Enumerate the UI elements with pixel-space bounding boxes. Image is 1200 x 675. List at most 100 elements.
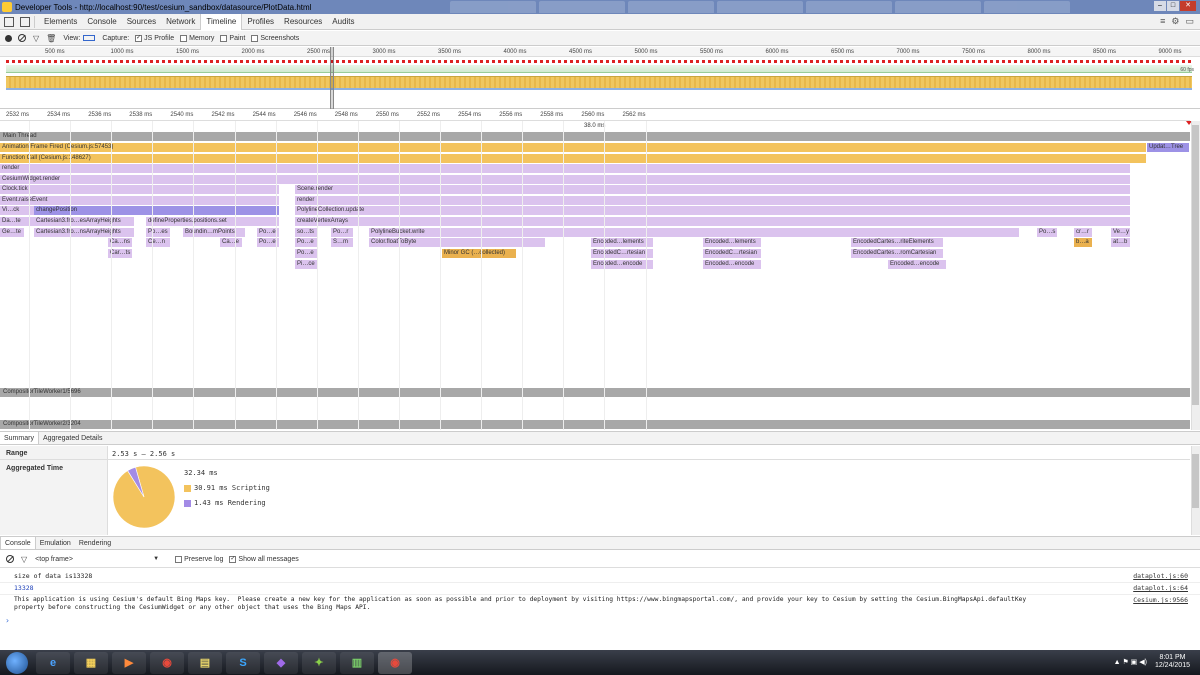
inspect-element-icon[interactable] [4,16,14,27]
explorer-taskbar-icon[interactable]: ▦ [74,651,108,674]
timeline-overview[interactable]: 500 ms 1000 ms 1500 ms 2000 ms 2500 ms 3000 m… [0,47,1200,109]
main-thread-header[interactable]: Main Thread [0,132,1190,141]
flame-bar[interactable]: Ve…y [1111,228,1130,237]
frame-selector[interactable]: <top frame> [35,556,153,563]
tab-console[interactable]: Console [82,14,121,30]
worker1-header[interactable]: CompositorTileWorker1/5696 [0,388,1190,397]
flame-bar[interactable]: Scene.render [295,185,1130,194]
flame-bar[interactable]: EncodedC…rtesian [703,249,761,258]
tab-elements[interactable]: Elements [39,14,82,30]
close-button[interactable]: ✕ [1180,1,1196,11]
flame-bar[interactable]: EncodedCartes…romCartesian [851,249,943,258]
flame-bar[interactable]: Encoded…encode [591,260,653,269]
flame-bar[interactable]: so…ts [295,228,317,237]
tab-summary[interactable]: Summary [0,432,39,444]
folder-taskbar-icon[interactable]: ▤ [188,651,222,674]
flame-bar[interactable]: Encoded…lements [703,238,761,247]
record-icon[interactable] [5,34,12,42]
media-player-taskbar-icon[interactable]: ▶ [112,651,146,674]
device-mode-icon[interactable] [20,16,30,27]
summary-scrollbar[interactable] [1191,446,1200,535]
tab-resources[interactable]: Resources [279,14,327,30]
tab-rendering[interactable]: Rendering [75,537,115,549]
notepad-taskbar-icon[interactable]: ▥ [340,651,374,674]
ie-taskbar-icon[interactable]: e [36,651,70,674]
tab-audits[interactable]: Audits [327,14,359,30]
settings-gear-icon[interactable]: ⚙ [1171,16,1179,27]
console-clear-icon[interactable] [6,555,14,563]
flame-bar[interactable]: Pi…ce [295,260,317,269]
flame-bar[interactable]: Ge…te [0,228,24,237]
tab-emulation[interactable]: Emulation [36,537,75,549]
flame-bar[interactable]: Po…s [1037,228,1057,237]
flame-bar[interactable]: Po…e [295,238,317,247]
flame-view-icon[interactable] [83,35,96,41]
flame-bar[interactable]: Color.floatToByte [369,238,545,247]
tab-aggregated-details[interactable]: Aggregated Details [39,432,107,444]
preserve-log-checkbox[interactable] [175,555,183,563]
flame-bar[interactable]: EncodedC…rtesian [591,249,653,258]
overview-selection-handle[interactable] [330,47,334,109]
screenshots-checkbox[interactable] [251,34,259,42]
flame-bar[interactable]: PolylineBucket.write [369,228,1019,237]
flame-bar[interactable]: Ce…n [146,238,170,247]
flame-bar[interactable]: Event.raiseEvent [0,196,279,205]
flame-bar[interactable]: defineProperties.positions.set [146,217,279,226]
tab-timeline[interactable]: Timeline [200,13,243,30]
flame-bar[interactable]: Animation Frame Fired (Cesium.js:57453) [0,143,1146,152]
tray-icons[interactable]: ▲ ⚑ ▣ ◀) [1114,658,1147,666]
flame-bar[interactable]: Encoded…encode [888,260,946,269]
message-source-link[interactable]: dataplot.js:64 [1133,584,1188,592]
flame-bar[interactable]: Encoded…lements [591,238,653,247]
dock-side-icon[interactable]: ▭ [1185,16,1194,27]
paint-checkbox[interactable] [220,34,228,42]
tab-profiles[interactable]: Profiles [242,14,279,30]
flame-bar[interactable]: Minor GC (…collected) [442,249,516,258]
flame-bar[interactable]: Boundin…mPoints [183,228,245,237]
flame-bar[interactable]: Po…e [295,249,317,258]
chrome-active-taskbar-icon[interactable]: ◉ [378,651,412,674]
flame-bar[interactable]: Updat…Tree [1147,143,1189,152]
memory-checkbox[interactable] [180,34,188,42]
js-profile-checkbox[interactable]: ✓ [135,34,143,42]
chrome-taskbar-icon[interactable]: ◉ [150,651,184,674]
message-source-link[interactable]: Cesium.js:9566 [1133,596,1188,604]
flame-bar[interactable]: Po…r [331,228,353,237]
flame-bar[interactable]: Cartesian3.fro…esArrayHeights [34,217,134,226]
system-clock[interactable]: 8:01 PM 12/24/2015 [1155,654,1190,670]
flame-bar[interactable]: cr…r [1074,228,1092,237]
flame-chart[interactable]: 2532 ms 2534 ms 2536 ms 2538 ms 2540 ms 2542 … [0,110,1200,430]
start-button[interactable] [6,651,28,674]
minimize-button[interactable]: – [1154,1,1166,11]
tab-sources[interactable]: Sources [122,14,161,30]
frame-dropdown-icon[interactable]: ▼ [153,556,159,562]
flame-scroll-thumb[interactable] [1192,125,1199,405]
flame-bar[interactable]: b…a [1074,238,1092,247]
flame-bar[interactable]: render [0,164,1130,173]
clear-icon[interactable] [18,34,26,42]
filter-icon[interactable]: ▽ [33,34,39,43]
flame-bar[interactable]: EncodedCartes…riteElements [851,238,943,247]
console-drawer-icon[interactable]: ≡ [1160,16,1165,27]
visual-studio-taskbar-icon[interactable]: ◆ [264,651,298,674]
console-filter-icon[interactable]: ▽ [21,555,27,564]
flame-bar[interactable]: CesiumWidget.render [0,175,1130,184]
garbage-collect-icon[interactable]: 🗑 [46,34,56,43]
flame-bar[interactable]: Po…es [146,228,170,237]
flame-bar[interactable]: Function Call (Cesium.js:148627) [0,154,1146,163]
flame-bar[interactable]: render [295,196,1130,205]
maximize-button[interactable]: □ [1167,1,1179,11]
summary-scroll-thumb[interactable] [1192,454,1199,508]
skype-taskbar-icon[interactable]: S [226,651,260,674]
flame-bar[interactable]: createVertexArrays [295,217,1130,226]
flame-bar[interactable]: S…m [331,238,353,247]
worker2-header[interactable]: CompositorTileWorker2/3204 [0,420,1190,429]
tab-drawer-console[interactable]: Console [0,537,36,549]
flame-bar[interactable]: PolylineCollection.update [295,206,1130,215]
flame-bar[interactable]: at…b [1111,238,1130,247]
flame-bar[interactable]: Cartesian3.fro…nsArrayHeights [34,228,134,237]
message-source-link[interactable]: dataplot.js:60 [1133,572,1188,580]
show-all-checkbox[interactable]: ✓ [229,555,237,563]
flame-bar[interactable]: Encoded…encode [703,260,761,269]
flame-bar[interactable]: Ca…e [220,238,242,247]
